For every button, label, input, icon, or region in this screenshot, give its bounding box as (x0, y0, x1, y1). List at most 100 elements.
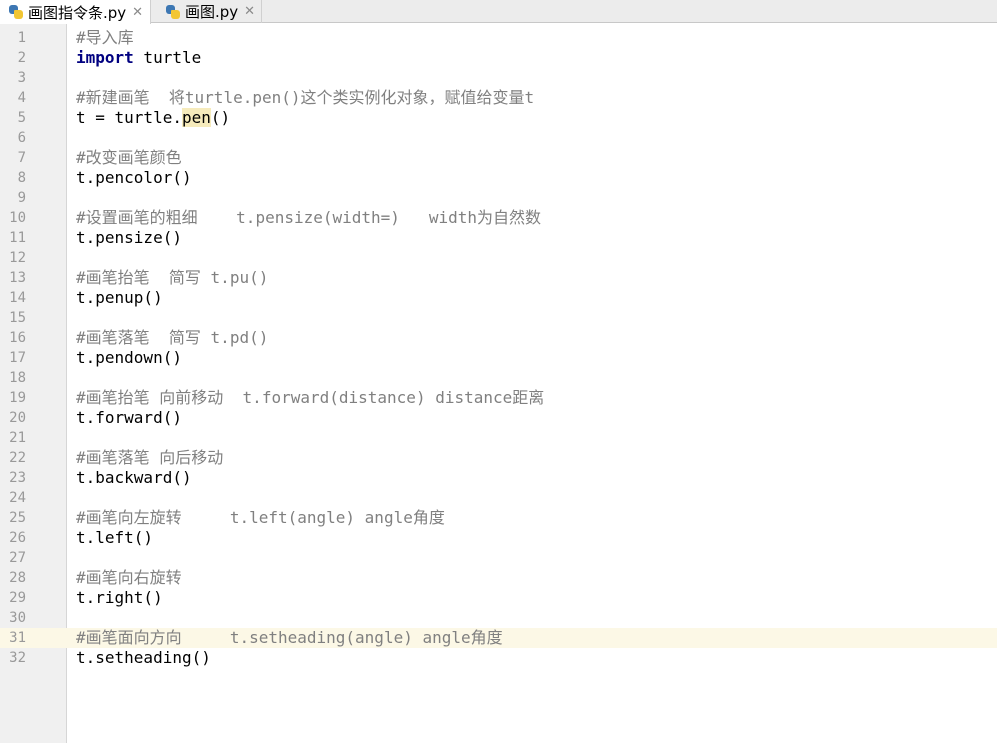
code-line[interactable]: 14 t.penup() (0, 288, 997, 308)
line-number: 28 (9, 570, 26, 586)
line-number: 16 (9, 330, 26, 346)
code-line[interactable]: 19 #画笔抬笔 向前移动 t.forward(distance) distanc… (0, 388, 997, 408)
code-text: t.backward() (76, 468, 192, 488)
comment-token: t.pensize(width=) (236, 208, 400, 227)
comment-token: 为自然数 (477, 208, 542, 227)
tab-label: 画图.py (185, 3, 239, 21)
comment-token: #改变画笔颜色 (76, 148, 182, 167)
code-line[interactable]: 20 t.forward() (0, 408, 997, 428)
code-token: pen (181, 108, 211, 127)
tab-huatu-zhilingtiao[interactable]: 画图指令条.py ✕ (0, 0, 151, 24)
line-number: 9 (17, 190, 26, 206)
code-line[interactable]: 11 t.pensize() (0, 228, 997, 248)
code-text: #画笔面向方向 t.setheading(angle) angle角度 (76, 628, 503, 648)
code-text: t.penup() (76, 288, 163, 308)
code-text: import turtle (76, 48, 201, 68)
code-line[interactable]: 10 #设置画笔的粗细 t.pensize(width=) width为自然数 (0, 208, 997, 228)
code-line[interactable]: 26 t.left() (0, 528, 997, 548)
line-number: 14 (9, 290, 26, 306)
comment-token: 这个类实例化对象，赋值给变量 (300, 88, 525, 107)
python-file-icon (165, 4, 181, 20)
code-text: #画笔落笔 向后移动 (76, 448, 223, 468)
line-number: 2 (17, 50, 26, 66)
code-token: t.pensize() (76, 228, 182, 247)
code-line[interactable]: 18 (0, 368, 997, 388)
line-number: 12 (9, 250, 26, 266)
code-text: t.left() (76, 528, 153, 548)
code-text: #设置画笔的粗细 t.pensize(width=) width为自然数 (76, 208, 541, 228)
code-line[interactable]: 2 import turtle (0, 48, 997, 68)
line-number: 20 (9, 410, 26, 426)
comment-token: t.left(angle) angle (229, 508, 413, 527)
code-line[interactable]: 31 #画笔面向方向 t.setheading(angle) angle角度 (0, 628, 997, 648)
tab-label: 画图指令条.py (28, 3, 127, 22)
code-token: t.left() (76, 528, 154, 547)
code-line[interactable]: 28 #画笔向右旋转 (0, 568, 997, 588)
code-token: t = turtle. (76, 108, 182, 127)
comment-token: t.setheading(angle) angle (229, 628, 471, 647)
keyword-token: import (76, 48, 134, 67)
comment-token: t.forward(distance) distance (242, 388, 513, 407)
code-line[interactable]: 1 #导入库 (0, 28, 997, 48)
comment-token: #画笔向右旋转 (76, 568, 182, 587)
code-token: t.penup() (76, 288, 163, 307)
line-number: 6 (17, 130, 26, 146)
code-text: t.setheading() (76, 648, 211, 668)
comment-token: 角度 (412, 508, 445, 527)
code-line[interactable]: 13 #画笔抬笔 简写 t.pu() (0, 268, 997, 288)
code-line[interactable]: 15 (0, 308, 997, 328)
line-number: 13 (9, 270, 26, 286)
code-line[interactable]: 3 (0, 68, 997, 88)
code-token: t.forward() (76, 408, 182, 427)
code-line[interactable]: 8 t.pencolor() (0, 168, 997, 188)
code-token: t.setheading() (76, 648, 211, 667)
code-line[interactable]: 9 (0, 188, 997, 208)
comment-token: #画笔面向方向 (76, 628, 230, 647)
comment-token (400, 208, 429, 227)
code-token: t.right() (76, 588, 163, 607)
code-line[interactable]: 22 #画笔落笔 向后移动 (0, 448, 997, 468)
comment-token: #设置画笔的粗细 (76, 208, 237, 227)
code-line[interactable]: 6 (0, 128, 997, 148)
code-line[interactable]: 23 t.backward() (0, 468, 997, 488)
code-line[interactable]: 17 t.pendown() (0, 348, 997, 368)
line-number: 31 (9, 630, 26, 646)
close-icon[interactable]: ✕ (132, 5, 143, 20)
line-number: 3 (17, 70, 26, 86)
editor-tab-bar: 画图指令条.py ✕ 画图.py ✕ (0, 0, 997, 24)
line-number: 10 (9, 210, 26, 226)
code-line[interactable]: 32 t.setheading() (0, 648, 997, 668)
code-line[interactable]: 5 t = turtle.pen() (0, 108, 997, 128)
tab-huatu[interactable]: 画图.py ✕ (157, 0, 262, 23)
close-icon[interactable]: ✕ (244, 4, 255, 19)
comment-token: #新建画笔 将 (76, 88, 185, 107)
comment-token: #画笔抬笔 向前移动 (76, 388, 243, 407)
comment-token: width (428, 208, 478, 227)
code-line[interactable]: 25 #画笔向左旋转 t.left(angle) angle角度 (0, 508, 997, 528)
line-number: 29 (9, 590, 26, 606)
line-number: 30 (9, 610, 26, 626)
code-line[interactable]: 21 (0, 428, 997, 448)
code-line[interactable]: 12 (0, 248, 997, 268)
code-token: turtle (133, 48, 202, 67)
line-number: 27 (9, 550, 26, 566)
code-line[interactable]: 29 t.right() (0, 588, 997, 608)
code-line[interactable]: 27 (0, 548, 997, 568)
line-number: 24 (9, 490, 26, 506)
code-text: #画笔向左旋转 t.left(angle) angle角度 (76, 508, 445, 528)
code-line[interactable]: 4 #新建画笔 将turtle.pen()这个类实例化对象，赋值给变量t (0, 88, 997, 108)
line-number: 5 (17, 110, 26, 126)
line-number: 15 (9, 310, 26, 326)
comment-token: 角度 (470, 628, 503, 647)
line-number: 1 (17, 30, 26, 46)
code-token: t.pendown() (76, 348, 182, 367)
code-text: t.pensize() (76, 228, 182, 248)
code-text: t = turtle.pen() (76, 108, 230, 128)
code-line[interactable]: 16 #画笔落笔 简写 t.pd() (0, 328, 997, 348)
code-line[interactable]: 30 (0, 608, 997, 628)
comment-token: 距离 (512, 388, 545, 407)
line-number: 32 (9, 650, 26, 666)
code-text: t.pencolor() (76, 168, 192, 188)
code-line[interactable]: 7 #改变画笔颜色 (0, 148, 997, 168)
code-line[interactable]: 24 (0, 488, 997, 508)
